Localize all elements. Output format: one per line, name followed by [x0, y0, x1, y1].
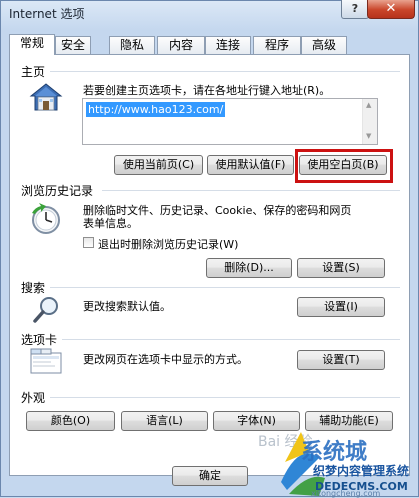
- history-heading: 浏览历史记录: [21, 184, 94, 198]
- tab-general[interactable]: 常规: [9, 34, 55, 55]
- search-heading: 搜索: [21, 281, 46, 295]
- tab-connections[interactable]: 连接: [205, 36, 251, 54]
- languages-button[interactable]: 语言(L): [121, 411, 208, 431]
- colors-button[interactable]: 颜色(O): [26, 411, 115, 431]
- help-button[interactable]: ?: [341, 0, 369, 19]
- watermark-site-cn: 织梦内容管理系统: [313, 464, 410, 478]
- tabs-description: 更改网页在选项卡中显示的方式。: [83, 353, 248, 366]
- home-instruction: 若要创建主页选项卡，请在各地址行键入地址(R)。: [83, 84, 331, 97]
- delete-on-exit-label: 退出时删除浏览历史记录(W): [98, 238, 239, 251]
- search-settings-button[interactable]: 设置(I): [297, 297, 385, 317]
- tabs-heading: 选项卡: [21, 333, 58, 347]
- general-panel: 主页 若要创建主页选项卡，请在各地址行键入地址(R)。 http://www.h…: [9, 54, 410, 476]
- history-clock-icon: [32, 203, 60, 234]
- home-url-value: http://www.hao123.com/: [86, 102, 226, 117]
- ok-button[interactable]: 确定: [172, 466, 248, 486]
- home-heading: 主页: [21, 65, 46, 79]
- history-settings-button[interactable]: 设置(S): [297, 258, 385, 278]
- tab-advanced[interactable]: 高级: [301, 36, 347, 54]
- highlight-box: [295, 149, 393, 183]
- internet-options-window: Internet 选项 ? ✕ 常规 安全 隐私 内容 连接 程序 高级 主页 …: [0, 0, 419, 498]
- home-divider: [50, 71, 400, 72]
- use-current-button[interactable]: 使用当前页(C): [114, 155, 203, 175]
- title-bar: Internet 选项 ? ✕: [1, 0, 418, 27]
- delete-history-button[interactable]: 删除(D)...: [206, 258, 292, 278]
- history-description-line2: 表单信息。: [83, 217, 138, 230]
- scroll-up-icon: ▲: [366, 101, 372, 109]
- tab-privacy[interactable]: 隐私: [109, 36, 155, 54]
- close-button[interactable]: ✕: [367, 0, 415, 19]
- appearance-heading: 外观: [21, 391, 46, 405]
- home-url-scrollbar[interactable]: ▲ ▼: [362, 99, 377, 144]
- tab-content[interactable]: 内容: [157, 36, 205, 54]
- history-divider: [102, 190, 400, 191]
- scroll-down-icon: ▼: [366, 132, 372, 140]
- tab-programs[interactable]: 程序: [253, 36, 301, 54]
- tabs-settings-button[interactable]: 设置(T): [297, 350, 385, 370]
- search-divider: [50, 287, 400, 288]
- tabbed-window-icon: [30, 348, 62, 374]
- window-title: Internet 选项: [9, 7, 85, 21]
- use-default-button[interactable]: 使用默认值(F): [207, 155, 294, 175]
- appearance-divider: [50, 397, 400, 398]
- magnifier-icon: [33, 297, 58, 323]
- search-description: 更改搜索默认值。: [83, 300, 171, 313]
- delete-on-exit-checkbox[interactable]: [83, 237, 94, 248]
- tabs-divider: [62, 339, 400, 340]
- home-url-textarea[interactable]: http://www.hao123.com/ ▲ ▼: [82, 98, 378, 145]
- tab-security[interactable]: 安全: [55, 36, 91, 54]
- home-icon: [29, 83, 63, 111]
